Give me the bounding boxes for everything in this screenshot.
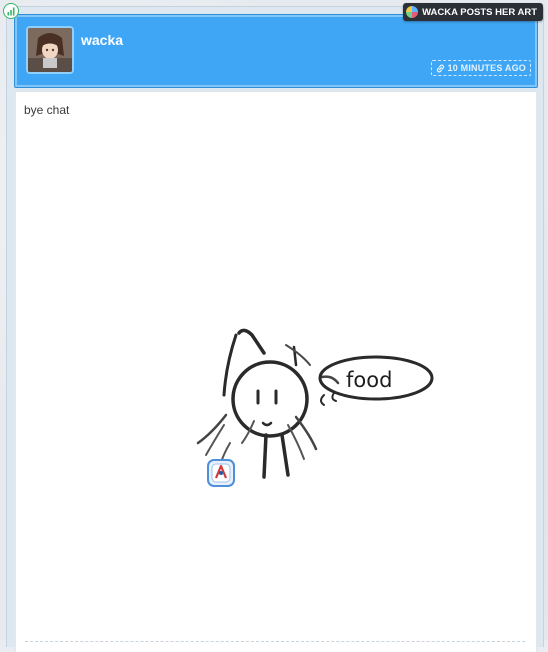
post-drawing: food xyxy=(196,328,434,487)
post-header: wacka 10 MINUTES AGO xyxy=(14,14,538,88)
blog-avatar-icon xyxy=(406,6,419,18)
post-card: wacka 10 MINUTES AGO bye chat food xyxy=(6,6,544,652)
post-body: bye chat food xyxy=(15,92,537,652)
post-caption: bye chat xyxy=(24,103,70,117)
post-divider xyxy=(25,641,525,642)
timestamp-link[interactable]: 10 MINUTES AGO xyxy=(430,60,531,76)
timestamp-text: 10 MINUTES AGO xyxy=(447,63,526,73)
signal-bars-icon xyxy=(3,3,19,19)
author-name[interactable]: wacka xyxy=(81,32,123,48)
blog-tag-label: WACKA POSTS HER ART xyxy=(422,6,537,18)
blog-tag-button[interactable]: WACKA POSTS HER ART xyxy=(403,3,543,21)
avatar-image xyxy=(28,28,72,72)
drawing-word: food xyxy=(346,368,392,392)
link-icon xyxy=(436,64,444,72)
avatar[interactable] xyxy=(26,26,74,74)
lurking-emblem xyxy=(207,459,235,487)
